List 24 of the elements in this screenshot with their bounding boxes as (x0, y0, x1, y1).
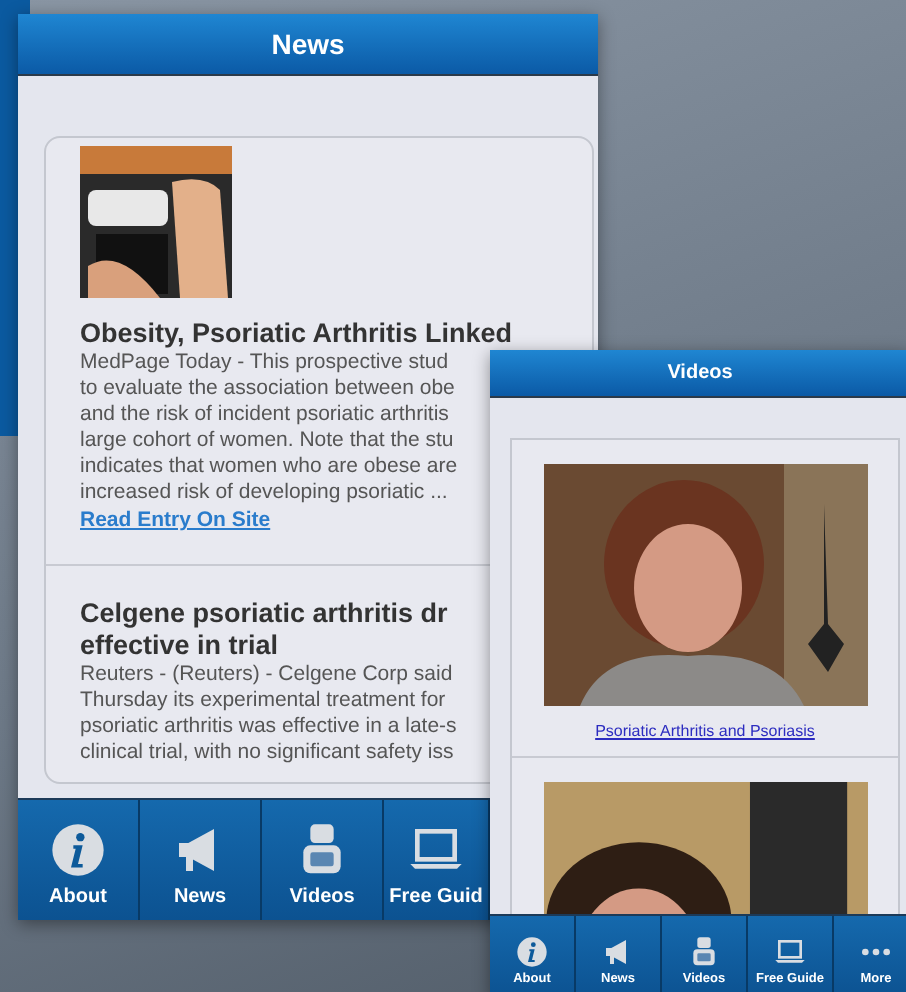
article-text: psoriatic arthritis was effective in a late-s (80, 714, 457, 740)
tab-button[interactable]: About (18, 800, 140, 920)
screen-title: News (18, 14, 598, 76)
article-text: Thursday its experimental treatment for (80, 688, 446, 714)
info-icon (50, 821, 106, 877)
tab-button[interactable]: Free Guid (384, 800, 490, 920)
article-text: clinical trial, with no significant safety iss (80, 740, 454, 766)
laptop-icon (774, 936, 806, 968)
read-entry-link[interactable]: Read Entry On Site (80, 506, 271, 536)
article-text: MedPage Today - This prospective stud (80, 350, 449, 376)
article-text: indicates that women who are obese are (80, 454, 458, 480)
article-title: Obesity, Psoriatic Arthritis Linked (80, 318, 513, 350)
video-link[interactable]: Psoriatic Arthritis and Psoriasis (595, 722, 815, 740)
article-text: increased risk of developing psoriatic ... (80, 480, 448, 506)
screen-title: Videos (490, 350, 906, 398)
article-text: to evaluate the association between obe (80, 376, 455, 402)
info-icon (516, 936, 548, 968)
article-text: large cohort of women. Note that the stu (80, 428, 454, 454)
article-title: Celgene psoriatic arthritis dr (80, 598, 448, 630)
article-text: and the risk of incident psoriatic arthritis (80, 402, 449, 428)
tab-button[interactable]: Videos (262, 800, 384, 920)
article-text: Reuters - (Reuters) - Celgene Corp said (80, 662, 453, 688)
tab-button[interactable]: News (140, 800, 262, 920)
article-title: effective in trial (80, 630, 279, 662)
